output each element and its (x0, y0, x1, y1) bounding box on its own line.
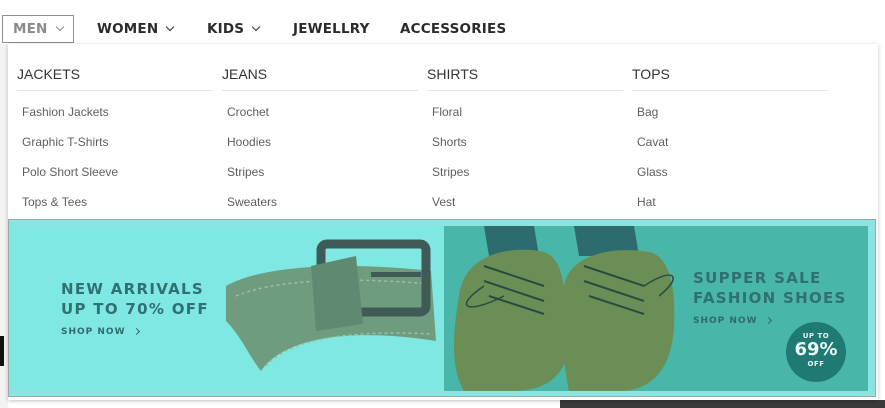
chevron-right-icon (764, 316, 772, 325)
menu-link[interactable]: Bag (637, 105, 658, 119)
nav-item-jewellry[interactable]: JEWELLRY (293, 15, 370, 43)
main-navigation: MEN WOMEN KIDS JEWELLRY ACCESSORIES (0, 0, 885, 44)
badge-bottom-text: OFF (807, 360, 825, 368)
menu-link[interactable]: Shorts (432, 135, 467, 149)
background-fragment (0, 336, 4, 366)
menu-link[interactable]: Vest (432, 195, 455, 209)
nav-item-kids[interactable]: KIDS (207, 15, 261, 43)
banner-headline: NEW ARRIVALS UP TO 70% OFF (61, 279, 209, 319)
banner-line-2: UP TO 70% OFF (61, 300, 209, 318)
menu-link[interactable]: Stripes (227, 165, 264, 179)
menu-link[interactable]: Sweaters (227, 195, 277, 209)
chevron-down-icon (55, 22, 64, 32)
shop-now-label: SHOP NOW (693, 316, 758, 326)
column-heading[interactable]: SHIRTS (427, 66, 623, 91)
nav-item-label: JEWELLRY (293, 21, 370, 37)
menu-link[interactable]: Fashion Jackets (22, 105, 109, 119)
menu-link[interactable]: Hoodies (227, 135, 271, 149)
shop-now-link[interactable]: SHOP NOW (61, 327, 140, 337)
menu-link[interactable]: Polo Short Sleeve (22, 165, 118, 179)
chevron-right-icon (132, 327, 140, 336)
column-heading[interactable]: JEANS (222, 66, 418, 91)
column-heading[interactable]: TOPS (632, 66, 828, 91)
new-arrivals-banner[interactable]: NEW ARRIVALS UP TO 70% OFF SHOP NOW (11, 226, 444, 391)
nav-item-label: MEN (13, 21, 48, 37)
banner-line-1: NEW ARRIVALS (61, 280, 205, 298)
chevron-down-icon (166, 22, 175, 32)
nav-item-label: WOMEN (97, 21, 159, 37)
menu-link[interactable]: Tops & Tees (22, 195, 87, 209)
menu-link[interactable]: Crochet (227, 105, 269, 119)
shop-now-label: SHOP NOW (61, 327, 126, 337)
nav-item-men[interactable]: MEN (2, 15, 74, 43)
nav-item-label: KIDS (207, 21, 245, 37)
menu-link[interactable]: Floral (432, 105, 462, 119)
page-background-fragment (560, 400, 885, 408)
menu-link[interactable]: Stripes (432, 165, 469, 179)
chevron-down-icon (251, 22, 261, 32)
nav-item-women[interactable]: WOMEN (97, 15, 175, 43)
discount-badge: UP TO 69% OFF (786, 322, 846, 382)
menu-link[interactable]: Glass (637, 165, 668, 179)
column-heading[interactable]: JACKETS (17, 66, 213, 91)
supper-sale-banner[interactable]: SUPPER SALE FASHION SHOES SHOP NOW UP TO… (444, 226, 868, 391)
banner-line-2: FASHION SHOES (693, 289, 847, 307)
nav-item-label: ACCESSORIES (400, 21, 507, 37)
nav-item-accessories[interactable]: ACCESSORIES (400, 15, 506, 43)
menu-link[interactable]: Graphic T-Shirts (22, 135, 108, 149)
menu-link[interactable]: Cavat (637, 135, 668, 149)
banner-headline: SUPPER SALE FASHION SHOES (693, 268, 847, 308)
banner-line-1: SUPPER SALE (693, 269, 822, 287)
badge-value: 69% (794, 339, 838, 360)
promo-banners: NEW ARRIVALS UP TO 70% OFF SHOP NOW SUPP… (8, 219, 876, 397)
shop-now-link[interactable]: SHOP NOW (693, 316, 772, 326)
menu-link[interactable]: Hat (637, 195, 656, 209)
page-background-edge (0, 44, 8, 408)
